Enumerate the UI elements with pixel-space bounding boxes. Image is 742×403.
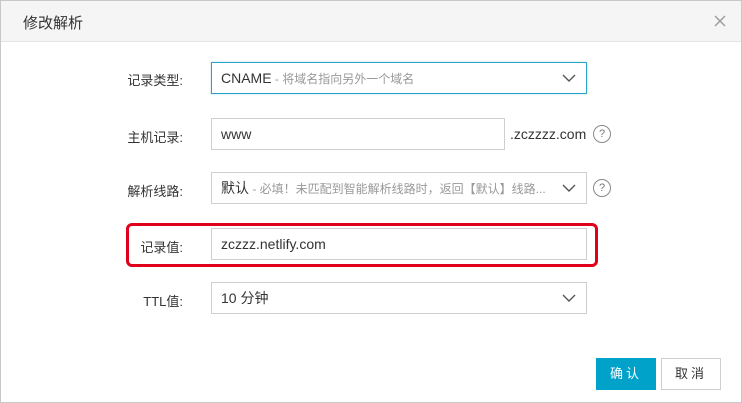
record-type-select[interactable]: CNAME - 将域名指向另外一个域名 (211, 62, 587, 94)
cancel-button[interactable]: 取消 (661, 358, 721, 390)
record-type-label: 记录类型: (127, 73, 183, 88)
record-value-label: 记录值: (140, 240, 183, 255)
record-type-hint: - 将域名指向另外一个域名 (271, 72, 415, 86)
ttl-select[interactable]: 10 分钟 (211, 282, 587, 314)
record-value-input[interactable]: zczzz.netlify.com (211, 228, 587, 260)
host-record-input[interactable]: www (211, 118, 505, 150)
confirm-button[interactable]: 确认 (596, 358, 656, 390)
ttl-label: TTL值: (143, 294, 183, 309)
close-icon[interactable] (711, 12, 729, 30)
host-record-value: www (221, 126, 252, 142)
resolution-line-select[interactable]: 默认 - 必填！未匹配到智能解析线路时，返回【默认】线路... (211, 172, 587, 204)
record-value-text: zczzz.netlify.com (221, 236, 326, 252)
resolution-line-label: 解析线路: (127, 184, 183, 199)
chevron-down-icon (562, 74, 576, 82)
resolution-line-hint: - 必填！未匹配到智能解析线路时，返回【默认】线路... (249, 182, 546, 196)
domain-suffix: .zczzzz.com (510, 126, 587, 142)
record-type-value: CNAME (221, 70, 272, 86)
edit-dns-record-dialog: 修改解析 记录类型: CNAME - 将域名指向另外一个域名 主机记录: www… (0, 0, 742, 403)
chevron-down-icon (562, 294, 576, 302)
chevron-down-icon (562, 184, 576, 192)
line-help-icon[interactable]: ? (593, 179, 611, 197)
ttl-value: 10 分钟 (221, 290, 269, 306)
dialog-title: 修改解析 (23, 15, 84, 32)
host-record-label: 主机记录: (127, 130, 183, 145)
resolution-line-value: 默认 (221, 180, 249, 196)
dialog-header: 修改解析 (1, 1, 741, 42)
host-help-icon[interactable]: ? (593, 125, 611, 143)
